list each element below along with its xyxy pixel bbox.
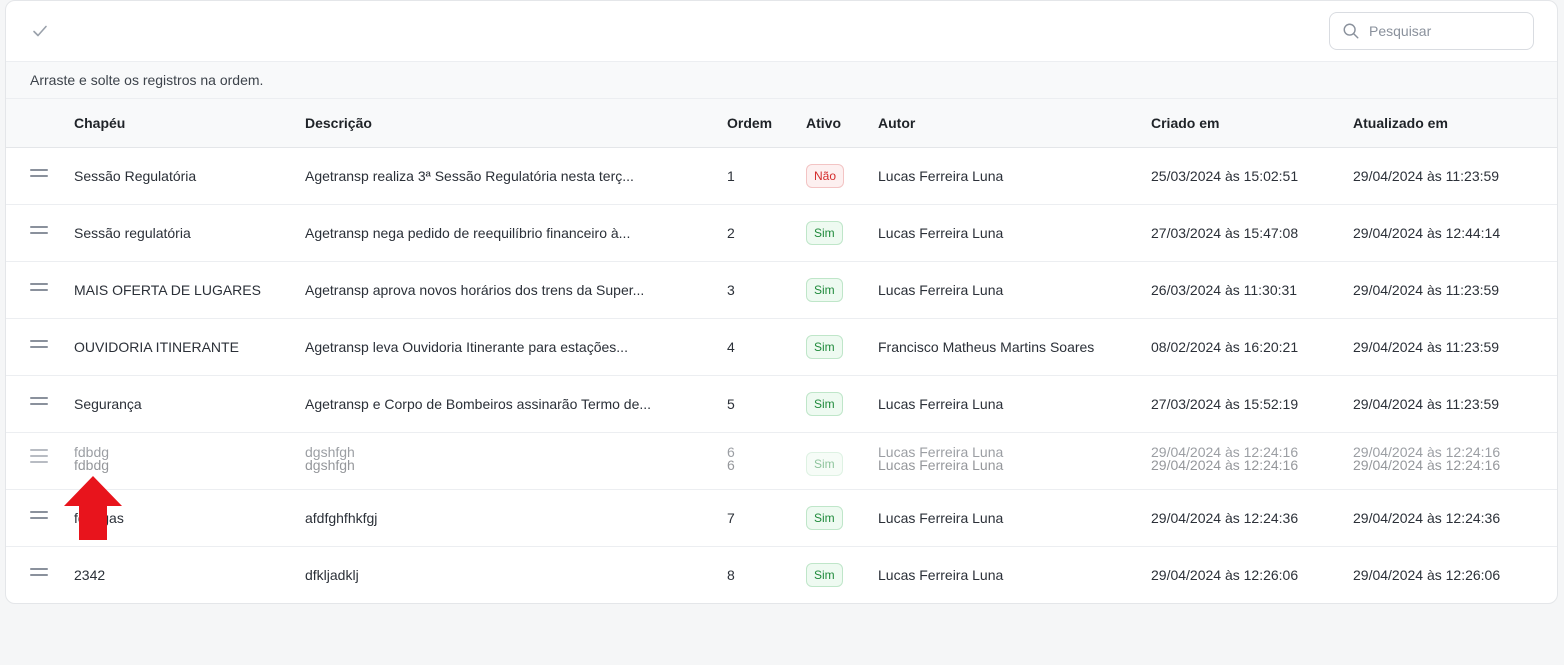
cell-autor: Lucas Ferreira Luna <box>878 225 1004 241</box>
cell-descricao: Agetransp aprova novos horários dos tren… <box>305 282 645 298</box>
cell-atualizado: 29/04/2024 às 11:23:59 <box>1353 168 1500 184</box>
cell-ordem: 4 <box>727 339 735 355</box>
drag-handle-icon[interactable] <box>30 226 48 240</box>
status-badge: Sim <box>806 278 843 302</box>
cell-atualizado: 29/04/2024 às 12:24:36 <box>1353 510 1501 526</box>
cell-descricao: Agetransp nega pedido de reequilíbrio fi… <box>305 225 631 241</box>
table-row[interactable]: MAIS OFERTA DE LUGARES Agetransp aprova … <box>6 262 1557 319</box>
cell-chapeu: 2342 <box>74 567 106 583</box>
cell-atualizado: 29/04/2024 às 11:23:59 <box>1353 396 1500 412</box>
table-row[interactable]: OUVIDORIA ITINERANTE Agetransp leva Ouvi… <box>6 319 1557 376</box>
records-card: Arraste e solte os registros na ordem. C… <box>5 0 1558 604</box>
cell-autor: Francisco Matheus Martins Soares <box>878 339 1095 355</box>
drag-handle-icon[interactable] <box>30 397 48 411</box>
column-descricao: Descrição <box>305 115 372 131</box>
cell-criado: 29/04/2024 às 12:24:36 <box>1151 510 1299 526</box>
cell-autor: Lucas Ferreira Luna <box>878 282 1004 298</box>
cell-descricao: Agetransp leva Ouvidoria Itinerante para… <box>305 339 628 355</box>
cell-ordem: 1 <box>727 168 735 184</box>
cell-autor: Lucas Ferreira Luna <box>878 168 1004 184</box>
drag-handle-icon[interactable] <box>30 511 48 525</box>
table-row[interactable]: Sessão Regulatória Agetransp realiza 3ª … <box>6 148 1557 205</box>
column-autor: Autor <box>878 115 916 131</box>
cell-autor: Lucas Ferreira Luna <box>878 567 1004 583</box>
drag-handle-icon[interactable] <box>30 449 48 463</box>
cell-criado: 27/03/2024 às 15:52:19 <box>1151 396 1299 412</box>
column-ordem: Ordem <box>727 115 773 131</box>
search-icon <box>1343 23 1359 39</box>
cell-chapeu: Segurança <box>74 396 142 412</box>
cell-criado: 26/03/2024 às 11:30:31 <box>1151 282 1298 298</box>
status-badge: Sim <box>806 452 843 476</box>
drag-handle-icon[interactable] <box>30 568 48 582</box>
cell-chapeu: Sessão regulatória <box>74 225 191 241</box>
cell-autor: Lucas Ferreira Luna <box>878 510 1004 526</box>
table-row[interactable]: Segurança Agetransp e Corpo de Bombeiros… <box>6 376 1557 433</box>
cell-criado: 27/03/2024 às 15:47:08 <box>1151 225 1299 241</box>
table-header: Chapéu Descrição Ordem Ativo Autor Criad… <box>6 99 1557 148</box>
check-icon[interactable] <box>30 21 50 41</box>
column-atualizado: Atualizado em <box>1353 115 1448 131</box>
cell-criado: 08/02/2024 às 16:20:21 <box>1151 339 1299 355</box>
table-row[interactable]: fdbdgas afdfghfhkfgj 7 Sim Lucas Ferreir… <box>6 490 1557 547</box>
drag-handle-icon[interactable] <box>30 169 48 183</box>
cell-ordem: 5 <box>727 396 735 412</box>
cell-chapeu: OUVIDORIA ITINERANTE <box>74 339 239 355</box>
table-body: Sessão Regulatória Agetransp realiza 3ª … <box>6 148 1557 603</box>
cell-descricao: Agetransp e Corpo de Bombeiros assinarão… <box>305 396 652 412</box>
cell-autor: Lucas Ferreira Luna <box>878 396 1004 412</box>
cell-atualizado: 29/04/2024 às 12:44:14 <box>1353 225 1501 241</box>
table-toolbar <box>6 1 1557 62</box>
cell-atualizado: 29/04/2024 às 11:23:59 <box>1353 282 1500 298</box>
status-badge: Sim <box>806 221 843 245</box>
cell-descricao: dfkljadklj <box>305 567 359 583</box>
cell-descricao: dgshfgh <box>305 457 355 473</box>
cell-descricao: Agetransp realiza 3ª Sessão Regulatória … <box>305 168 634 184</box>
cell-criado: 29/04/2024 às 12:26:06 <box>1151 567 1299 583</box>
status-badge: Sim <box>806 563 843 587</box>
column-ativo: Ativo <box>806 115 841 131</box>
cell-ordem: 2 <box>727 225 735 241</box>
search-box[interactable] <box>1329 12 1534 50</box>
cell-autor: Lucas Ferreira Luna <box>878 457 1004 473</box>
status-badge: Sim <box>806 392 843 416</box>
table-row[interactable]: 2342 dfkljadklj 8 Sim Lucas Ferreira Lun… <box>6 547 1557 603</box>
cell-ordem: 6 <box>727 457 735 473</box>
cell-atualizado: 29/04/2024 às 12:24:16 <box>1353 457 1501 473</box>
cell-ordem: 3 <box>727 282 735 298</box>
cell-criado: 29/04/2024 às 12:24:16 <box>1151 457 1299 473</box>
cell-atualizado: 29/04/2024 às 12:26:06 <box>1353 567 1501 583</box>
cell-criado: 25/03/2024 às 15:02:51 <box>1151 168 1299 184</box>
dragging-row[interactable]: fdbdg dgshfgh 6 Lucas Ferreira Luna 29/0… <box>6 433 1557 490</box>
cell-ordem: 7 <box>727 510 735 526</box>
cell-ordem: 8 <box>727 567 735 583</box>
cell-descricao: afdfghfhkfgj <box>305 510 378 526</box>
status-badge: Sim <box>806 506 843 530</box>
column-chapeu: Chapéu <box>74 115 126 131</box>
status-badge: Sim <box>806 335 843 359</box>
reorder-hint: Arraste e solte os registros na ordem. <box>6 62 1557 99</box>
cell-chapeu: Sessão Regulatória <box>74 168 197 184</box>
table-row[interactable]: Sessão regulatória Agetransp nega pedido… <box>6 205 1557 262</box>
column-criado: Criado em <box>1151 115 1220 131</box>
drag-handle-icon[interactable] <box>30 340 48 354</box>
cell-chapeu: MAIS OFERTA DE LUGARES <box>74 282 261 298</box>
cell-atualizado: 29/04/2024 às 11:23:59 <box>1353 339 1500 355</box>
red-arrow-up-icon <box>64 476 122 540</box>
status-badge: Não <box>806 164 845 188</box>
search-input[interactable] <box>1369 23 1519 39</box>
drag-handle-icon[interactable] <box>30 283 48 297</box>
